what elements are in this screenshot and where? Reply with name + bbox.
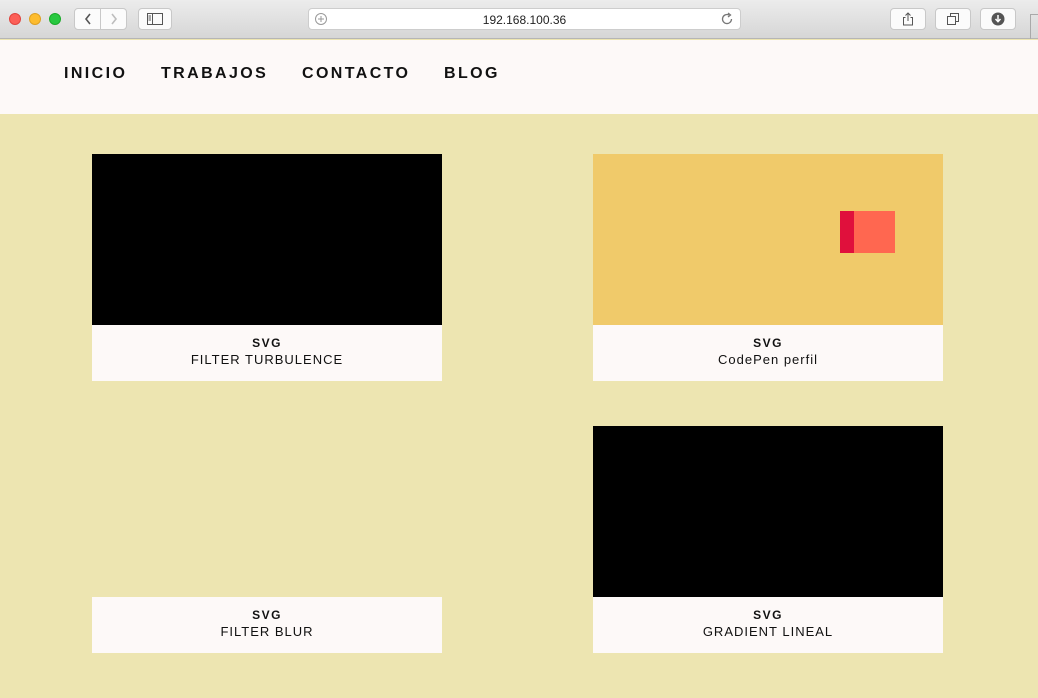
card-tag: SVG — [252, 336, 282, 350]
window-zoom-button[interactable] — [49, 13, 61, 25]
card-thumbnail[interactable] — [593, 426, 943, 597]
site-nav: INICIO TRABAJOS CONTACTO BLOG — [0, 40, 1038, 114]
address-url: 192.168.100.36 — [482, 13, 567, 27]
back-button[interactable] — [74, 8, 101, 30]
card-title: GRADIENT LINEAL — [702, 624, 834, 639]
card-caption: SVG FILTER TURBULENCE — [92, 325, 442, 381]
work-card-codepen-perfil[interactable]: SVG CodePen perfil — [593, 154, 943, 381]
downloads-button[interactable] — [980, 8, 1016, 30]
window-close-button[interactable] — [9, 13, 21, 25]
browser-toolbar: 192.168.100.36 — [0, 0, 1038, 39]
card-caption: SVG CodePen perfil — [593, 325, 943, 381]
chevron-right-icon — [110, 13, 117, 25]
chevron-left-icon — [84, 13, 91, 25]
work-card-filter-turbulence[interactable]: SVG FILTER TURBULENCE — [92, 154, 442, 381]
nav-contacto-link[interactable]: CONTACTO — [302, 65, 410, 83]
forward-button[interactable] — [100, 8, 127, 30]
card-thumbnail[interactable] — [593, 154, 943, 325]
codepen-shape-edge — [840, 211, 854, 253]
card-thumbnail[interactable] — [92, 154, 442, 325]
nav-inicio-link[interactable]: INICIO — [64, 65, 127, 83]
share-button[interactable] — [890, 8, 926, 30]
download-icon — [991, 12, 1005, 26]
show-all-tabs-button[interactable] — [935, 8, 971, 30]
card-tag: SVG — [252, 608, 282, 622]
card-thumbnail[interactable] — [92, 426, 442, 597]
address-bar[interactable]: 192.168.100.36 — [308, 8, 741, 30]
show-sidebar-button[interactable] — [138, 8, 172, 30]
card-tag: SVG — [753, 336, 783, 350]
work-card-gradient-lineal[interactable]: SVG GRADIENT LINEAL — [593, 426, 943, 653]
sidebar-icon — [147, 13, 163, 25]
card-title: CodePen perfil — [718, 352, 818, 367]
card-tag: SVG — [753, 608, 783, 622]
reload-icon[interactable] — [720, 12, 734, 26]
card-title: FILTER BLUR — [220, 624, 314, 639]
card-title: FILTER TURBULENCE — [190, 352, 344, 367]
tab-overflow-edge — [1030, 14, 1038, 39]
tabs-icon — [947, 13, 959, 25]
card-caption: SVG GRADIENT LINEAL — [593, 597, 943, 653]
work-card-filter-blur[interactable]: SVG FILTER BLUR — [92, 426, 442, 653]
nav-blog-link[interactable]: BLOG — [444, 65, 500, 83]
share-icon — [903, 12, 913, 26]
codepen-shape-block — [854, 211, 895, 253]
window-minimize-button[interactable] — [29, 13, 41, 25]
card-caption: SVG FILTER BLUR — [92, 597, 442, 653]
nav-trabajos-link[interactable]: TRABAJOS — [161, 65, 268, 83]
